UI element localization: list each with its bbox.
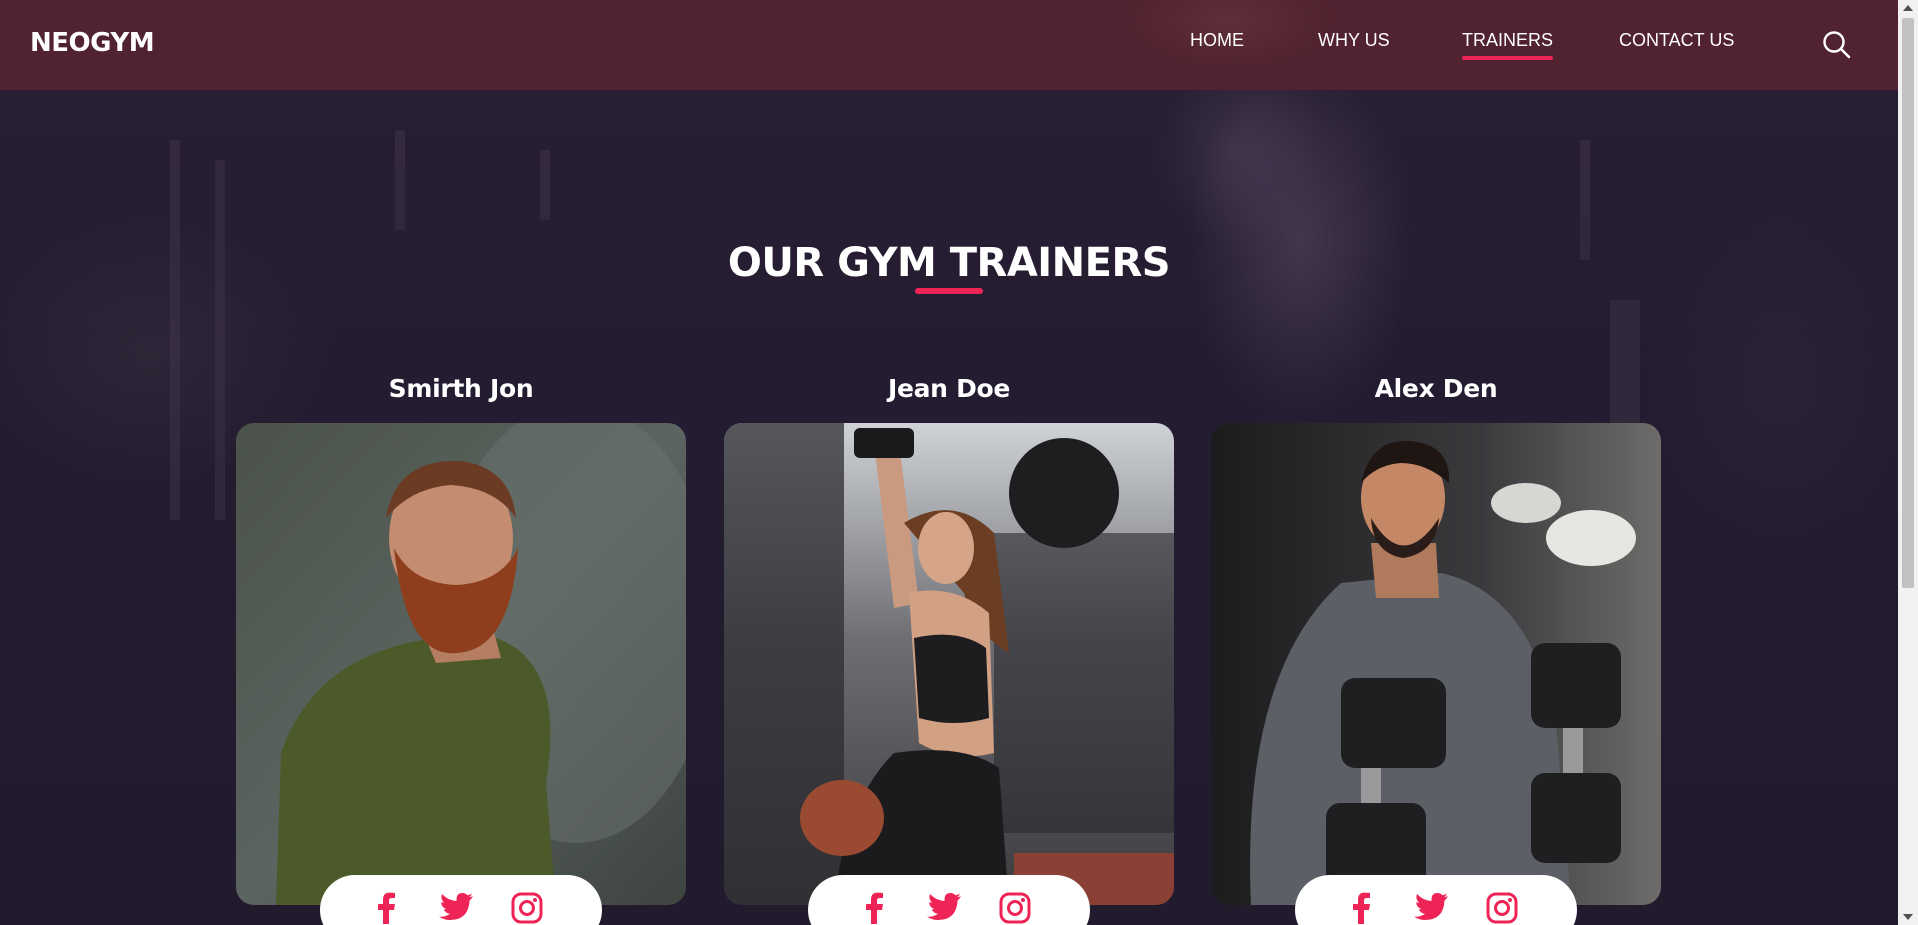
trainer-photo — [724, 423, 1174, 905]
facebook-icon[interactable] — [370, 891, 404, 925]
nav-home[interactable]: HOME — [1190, 30, 1244, 51]
nav-why-us[interactable]: WHY US — [1318, 30, 1390, 51]
trainer-name: Alex Den — [1374, 374, 1498, 403]
instagram-icon[interactable] — [510, 891, 544, 925]
trainer-photo — [236, 423, 686, 905]
scroll-up-arrow-icon[interactable] — [1903, 5, 1913, 11]
trainer-name: Smirth Jon — [388, 374, 534, 403]
nav-trainers[interactable]: TRAINERS — [1462, 30, 1554, 60]
scroll-down-arrow-icon[interactable] — [1903, 914, 1913, 920]
social-links — [808, 875, 1090, 925]
nav-contact-us[interactable]: CONTACT US — [1619, 30, 1734, 51]
site-logo[interactable]: NEOGYM — [30, 28, 155, 58]
section-title: OUR GYM TRAINERS — [727, 240, 1171, 286]
instagram-icon[interactable] — [1485, 891, 1519, 925]
twitter-icon[interactable] — [436, 891, 474, 925]
title-underline — [915, 288, 983, 294]
twitter-icon[interactable] — [924, 891, 962, 925]
facebook-icon[interactable] — [858, 891, 892, 925]
page-scrollbar[interactable] — [1898, 0, 1918, 925]
instagram-icon[interactable] — [998, 891, 1032, 925]
social-links — [320, 875, 602, 925]
twitter-icon[interactable] — [1411, 891, 1449, 925]
search-icon[interactable] — [1822, 30, 1852, 60]
trainer-photo — [1211, 423, 1661, 905]
trainer-name: Jean Doe — [887, 374, 1011, 403]
top-navigation-bar: NEOGYM HOME WHY US TRAINERS CONTACT US — [0, 0, 1898, 90]
facebook-icon[interactable] — [1345, 891, 1379, 925]
social-links — [1295, 875, 1577, 925]
scrollbar-thumb[interactable] — [1902, 18, 1914, 588]
